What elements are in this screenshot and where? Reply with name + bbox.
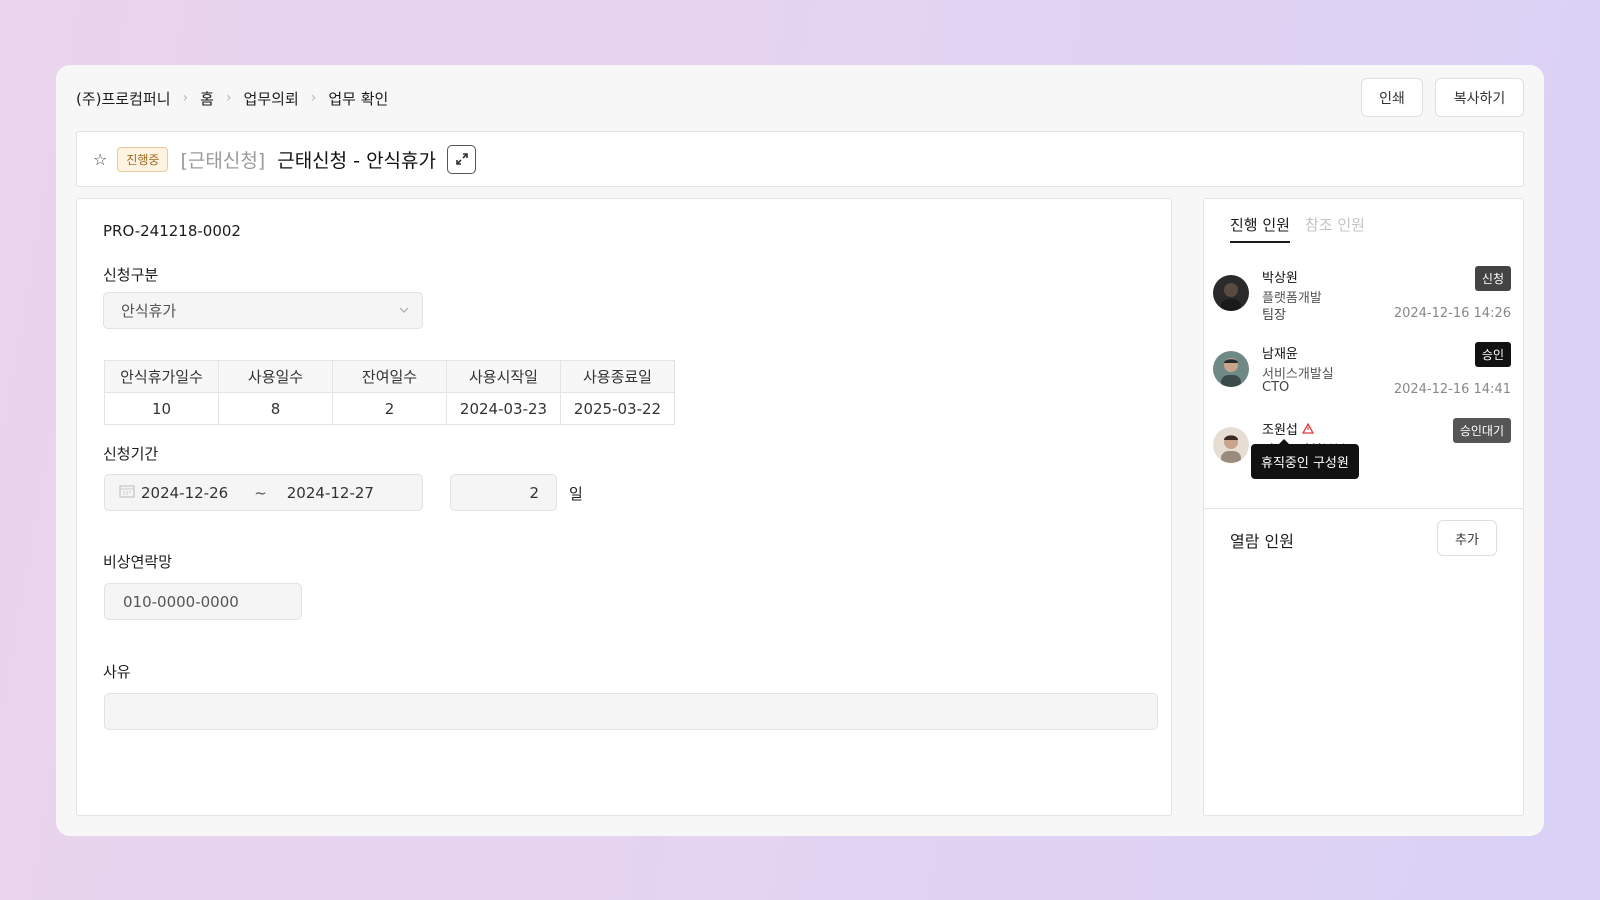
- chevron-right-icon: ›: [310, 90, 317, 106]
- avatar: [1213, 351, 1249, 387]
- participant-status-badge: 승인대기: [1452, 418, 1511, 443]
- breadcrumb-home[interactable]: 홈: [200, 88, 214, 109]
- participants-panel: 진행 인원 참조 인원 박상원 플랫폼개발 팀장 신청 2024-12-16 1…: [1203, 198, 1524, 816]
- breadcrumb-request[interactable]: 업무의뢰: [244, 88, 299, 109]
- viewers-title: 열람 인원: [1230, 532, 1294, 551]
- table-cell: 2024-03-23: [446, 392, 561, 425]
- expand-icon[interactable]: [447, 144, 476, 174]
- chevron-right-icon: ›: [225, 90, 232, 106]
- breadcrumb: (주)프로컴퍼니 › 홈 › 업무의뢰 › 업무 확인: [76, 78, 388, 118]
- document-number: PRO-241218-0002: [103, 222, 241, 240]
- table-cell: 8: [218, 392, 333, 425]
- chevron-down-icon: [398, 302, 410, 320]
- table-header: 사용시작일: [446, 360, 561, 393]
- table-cell: 2: [332, 392, 447, 425]
- calendar-icon: [119, 484, 135, 502]
- copy-button[interactable]: 복사하기: [1435, 78, 1524, 117]
- period-label: 신청기간: [103, 445, 159, 463]
- request-type-label: 신청구분: [103, 266, 159, 284]
- emergency-contact-input[interactable]: 010-0000-0000: [104, 583, 302, 620]
- form-panel: PRO-241218-0002 신청구분 안식휴가 안식휴가일수 사용일수 잔여…: [76, 198, 1172, 816]
- table-header: 사용종료일: [560, 360, 675, 393]
- top-bar: (주)프로컴퍼니 › 홈 › 업무의뢰 › 업무 확인 인쇄 복사하기: [76, 78, 1524, 118]
- days-count-input[interactable]: 2: [450, 474, 557, 511]
- avatar: [1213, 427, 1249, 463]
- table-header: 잔여일수: [332, 360, 447, 393]
- participant-status-badge: 승인: [1474, 342, 1511, 367]
- table-row: 10 8 2 2024-03-23 2025-03-22: [104, 392, 675, 425]
- warning-icon[interactable]: [1301, 422, 1315, 438]
- chevron-right-icon: ›: [182, 90, 189, 106]
- date-range-input[interactable]: 2024-12-26 ~ 2024-12-27: [104, 474, 423, 511]
- days-unit-label: 일: [569, 485, 583, 503]
- emergency-contact-label: 비상연락망: [103, 553, 173, 571]
- period-start: 2024-12-26: [141, 483, 229, 502]
- print-button[interactable]: 인쇄: [1361, 78, 1423, 117]
- add-viewer-button[interactable]: 추가: [1437, 520, 1497, 556]
- warning-tooltip: 휴직중인 구성원: [1251, 439, 1359, 479]
- table-header: 사용일수: [218, 360, 333, 393]
- tab-reference[interactable]: 참조 인원: [1305, 214, 1365, 243]
- star-icon[interactable]: ☆: [93, 150, 107, 169]
- participant-item[interactable]: 남재윤 서비스개발실 CTO 승인 2024-12-16 14:41: [1204, 342, 1523, 407]
- participant-status-badge: 신청: [1474, 266, 1511, 291]
- participant-tabs: 진행 인원 참조 인원: [1230, 214, 1365, 243]
- app-window: (주)프로컴퍼니 › 홈 › 업무의뢰 › 업무 확인 인쇄 복사하기 ☆ 진행…: [56, 65, 1544, 836]
- table-cell: 10: [104, 392, 219, 425]
- breadcrumb-current: 업무 확인: [328, 89, 389, 108]
- divider: [1204, 508, 1523, 509]
- avatar: [1213, 275, 1249, 311]
- reason-input[interactable]: [104, 693, 1158, 730]
- tab-in-progress[interactable]: 진행 인원: [1230, 214, 1290, 243]
- participant-timestamp: 2024-12-16 14:41: [1393, 382, 1511, 397]
- participant-name: 박상원: [1262, 271, 1298, 286]
- participant-role: CTO: [1262, 380, 1290, 395]
- period-separator: ~: [254, 483, 267, 502]
- breadcrumb-company[interactable]: (주)프로컴퍼니: [76, 88, 171, 109]
- document-category: [근태신청]: [180, 149, 266, 172]
- participant-name-text: 조원섭: [1262, 423, 1298, 438]
- participant-role: 팀장: [1262, 308, 1286, 323]
- table-header-row: 안식휴가일수 사용일수 잔여일수 사용시작일 사용종료일: [104, 360, 675, 393]
- participant-timestamp: 2024-12-16 14:26: [1393, 306, 1511, 321]
- status-badge: 진행중: [117, 146, 169, 172]
- period-end: 2024-12-27: [286, 483, 374, 502]
- participant-item[interactable]: 박상원 플랫폼개발 팀장 신청 2024-12-16 14:26: [1204, 266, 1523, 331]
- request-type-select[interactable]: 안식휴가: [103, 292, 423, 329]
- page-title: 근태신청 - 안식휴가: [277, 149, 436, 172]
- document-title-bar: ☆ 진행중 [근태신청] 근태신청 - 안식휴가: [76, 131, 1524, 187]
- reason-label: 사유: [103, 663, 131, 681]
- participant-name: 조원섭: [1262, 419, 1315, 438]
- participant-name: 남재윤: [1262, 347, 1298, 362]
- table-header: 안식휴가일수: [104, 360, 219, 393]
- table-cell: 2025-03-22: [560, 392, 675, 425]
- request-type-value: 안식휴가: [121, 302, 177, 320]
- vacation-summary-table: 안식휴가일수 사용일수 잔여일수 사용시작일 사용종료일 10 8 2 2024…: [104, 360, 675, 425]
